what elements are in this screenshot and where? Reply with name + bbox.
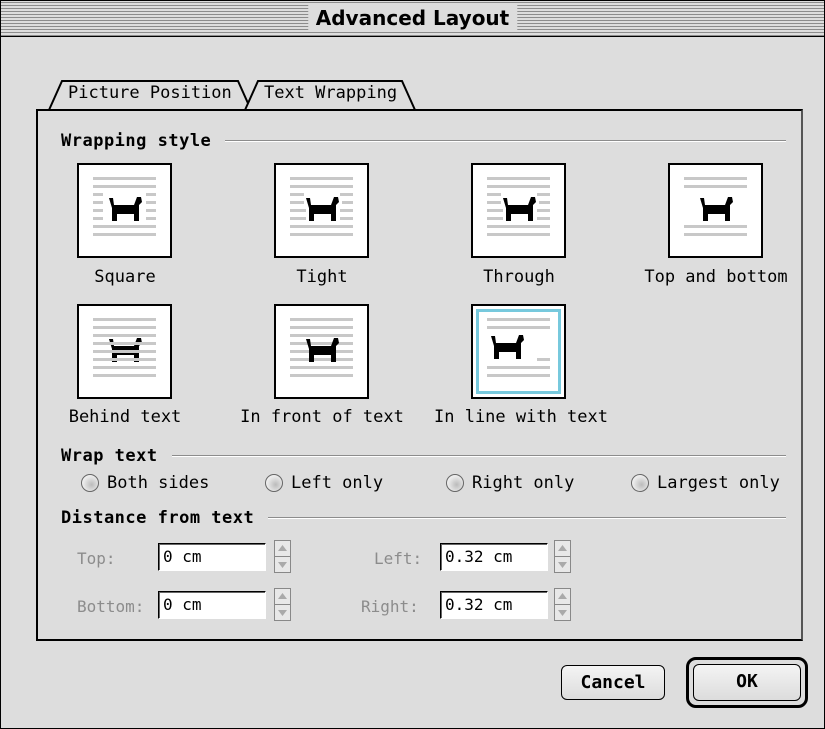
radio-circle[interactable] xyxy=(265,474,283,492)
wrapping-style-heading: Wrapping style xyxy=(61,131,786,151)
wrap-through-label: Through xyxy=(483,267,555,287)
top-stepper[interactable] xyxy=(274,540,291,573)
tab-text-wrapping[interactable]: Text Wrapping xyxy=(244,79,419,111)
wrap-through-icon xyxy=(487,177,550,236)
radio-both-sides[interactable]: Both sides xyxy=(81,473,209,493)
left-label: Left: xyxy=(374,549,423,568)
wrap-text-heading: Wrap text xyxy=(61,446,786,466)
wrap-tight-icon xyxy=(290,177,353,236)
wrap-in-front-label: In front of text xyxy=(240,407,404,427)
wrap-through-button[interactable] xyxy=(471,163,566,258)
wrap-tight-button[interactable] xyxy=(274,163,369,258)
wrap-behind-text-icon xyxy=(93,318,156,377)
radio-label: Right only xyxy=(472,473,575,493)
cancel-button[interactable]: Cancel xyxy=(561,665,665,700)
right-label: Right: xyxy=(361,597,419,616)
title-bar[interactable]: Advanced Layout xyxy=(1,1,824,37)
distance-heading: Distance from text xyxy=(61,508,786,528)
wrap-square-button[interactable] xyxy=(77,163,172,258)
bottom-label: Bottom: xyxy=(77,597,145,616)
radio-circle[interactable] xyxy=(446,474,464,492)
right-distance-input[interactable]: 0.32 cm xyxy=(440,591,548,619)
wrap-square-icon xyxy=(93,177,156,236)
dialog-title: Advanced Layout xyxy=(307,5,518,31)
wrap-behind-text-button[interactable] xyxy=(77,304,172,399)
tab-picture-position[interactable]: Picture Position xyxy=(48,79,258,111)
bottom-stepper[interactable] xyxy=(274,588,291,621)
ok-button-default-ring: OK xyxy=(686,657,808,708)
radio-left-only[interactable]: Left only xyxy=(265,473,383,493)
left-stepper[interactable] xyxy=(554,540,571,573)
wrap-inline-button[interactable] xyxy=(471,304,566,399)
radio-label: Largest only xyxy=(657,473,780,493)
radio-circle[interactable] xyxy=(631,474,649,492)
left-distance-input[interactable]: 0.32 cm xyxy=(440,543,548,571)
wrap-behind-text-label: Behind text xyxy=(68,407,182,427)
tab-label: Text Wrapping xyxy=(264,83,398,103)
wrap-inline-icon xyxy=(487,318,550,377)
wrap-top-bottom-label: Top and bottom xyxy=(644,267,788,287)
wrap-square-label: Square xyxy=(94,267,156,287)
right-stepper[interactable] xyxy=(554,588,571,621)
wrap-tight-label: Tight xyxy=(296,267,348,287)
radio-circle[interactable] xyxy=(81,474,99,492)
wrap-top-bottom-icon xyxy=(684,177,747,236)
radio-right-only[interactable]: Right only xyxy=(446,473,574,493)
wrap-in-front-icon xyxy=(290,318,353,377)
wrap-top-bottom-button[interactable] xyxy=(668,163,763,258)
tab-label: Picture Position xyxy=(68,83,232,103)
ok-button[interactable]: OK xyxy=(693,664,801,701)
radio-label: Left only xyxy=(291,473,384,493)
radio-largest-only[interactable]: Largest only xyxy=(631,473,780,493)
wrap-inline-label: In line with text xyxy=(434,407,608,427)
top-label: Top: xyxy=(77,549,116,568)
wrap-in-front-button[interactable] xyxy=(274,304,369,399)
bottom-distance-input[interactable]: 0 cm xyxy=(158,591,266,619)
radio-label: Both sides xyxy=(107,473,210,493)
top-distance-input[interactable]: 0 cm xyxy=(158,543,266,571)
advanced-layout-dialog: Advanced Layout Picture Position Text Wr… xyxy=(0,0,825,729)
